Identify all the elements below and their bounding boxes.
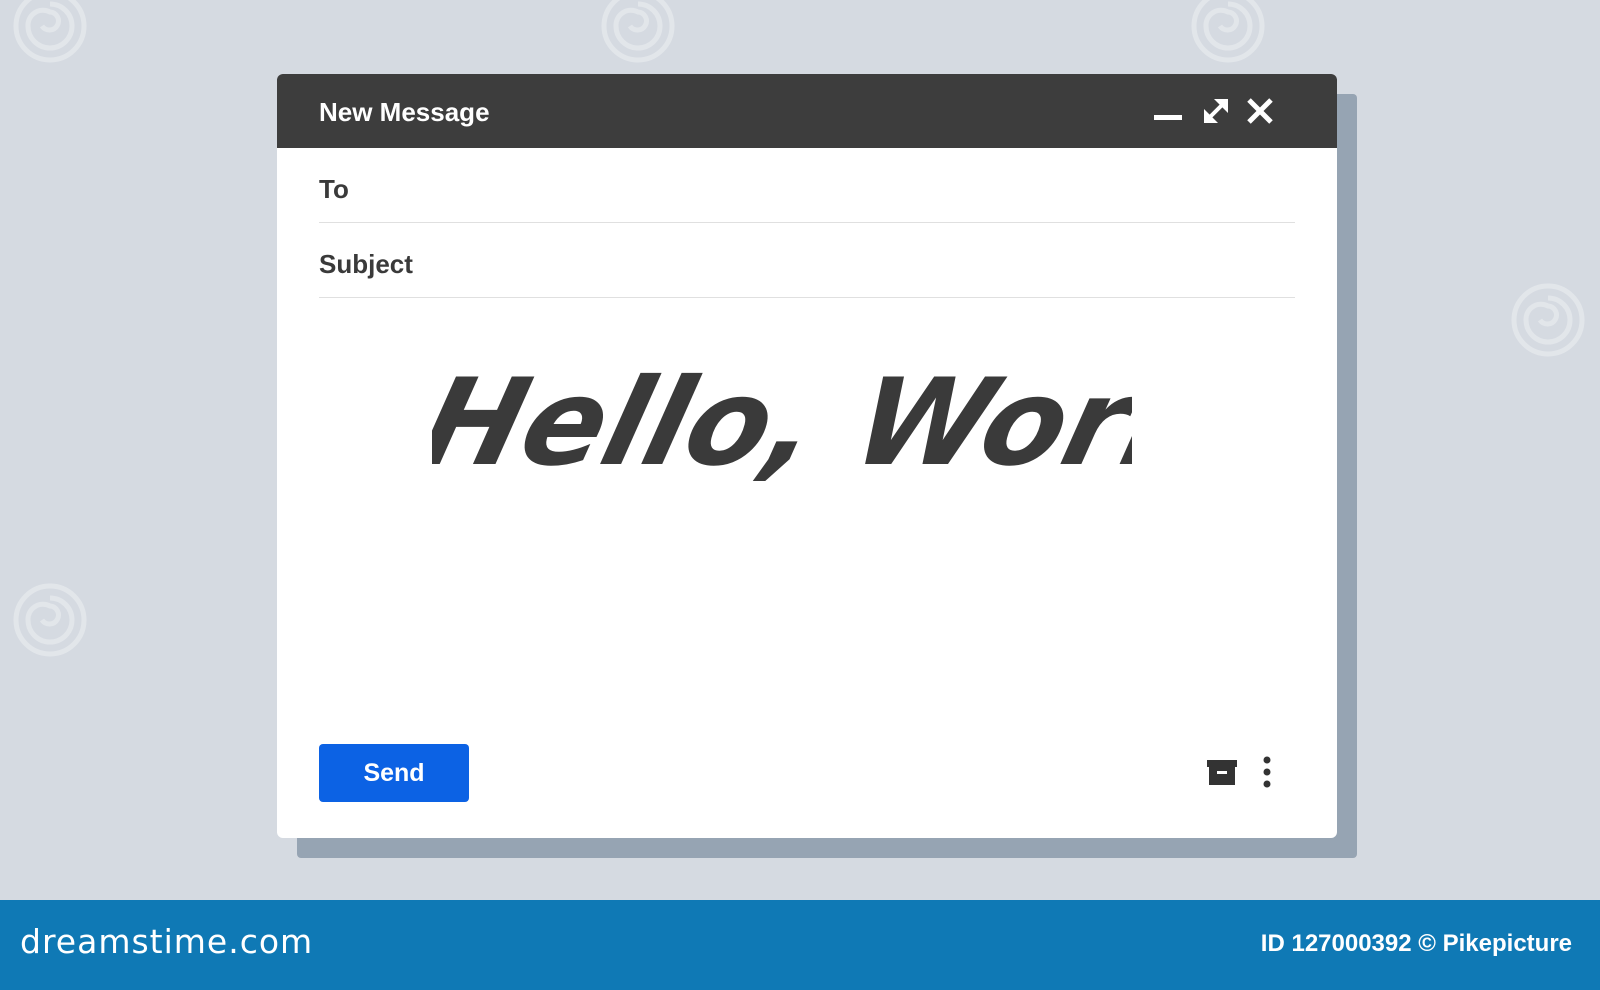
watermark-spiral-icon — [1191, 0, 1265, 63]
watermark-spiral-icon — [601, 0, 675, 63]
more-vertical-icon — [1263, 756, 1271, 788]
to-field: To — [319, 148, 1295, 223]
watermark-spiral-icon — [13, 0, 87, 63]
watermark-credit: ID 127000392 © Pikepicture — [1260, 930, 1572, 957]
handwritten-message: Hello, World! — [432, 353, 1132, 493]
expand-button[interactable] — [1197, 92, 1235, 130]
to-label: To — [319, 174, 349, 204]
window-title: New Message — [319, 97, 490, 127]
archive-button[interactable] — [1202, 749, 1242, 795]
watermark-spiral-icon — [1511, 283, 1585, 357]
expand-icon — [1204, 99, 1228, 123]
send-button[interactable]: Send — [319, 744, 469, 802]
message-text: Hello, World! — [432, 353, 1132, 493]
watermark-footer: dreamstime.com ID 127000392 © Pikepictur… — [0, 900, 1600, 990]
watermark-brand: dreamstime.com — [20, 922, 314, 961]
close-icon — [1247, 98, 1273, 124]
to-input[interactable] — [449, 166, 1273, 208]
compose-window: New Message To Subject Hello, World! Sen… — [277, 74, 1337, 838]
close-button[interactable] — [1241, 92, 1279, 130]
compose-title-bar: New Message — [277, 74, 1337, 148]
more-options-button[interactable] — [1247, 749, 1287, 795]
minimize-button[interactable] — [1149, 92, 1187, 130]
minimize-icon — [1154, 115, 1182, 120]
watermark-spiral-icon — [13, 583, 87, 657]
archive-icon — [1207, 760, 1237, 785]
